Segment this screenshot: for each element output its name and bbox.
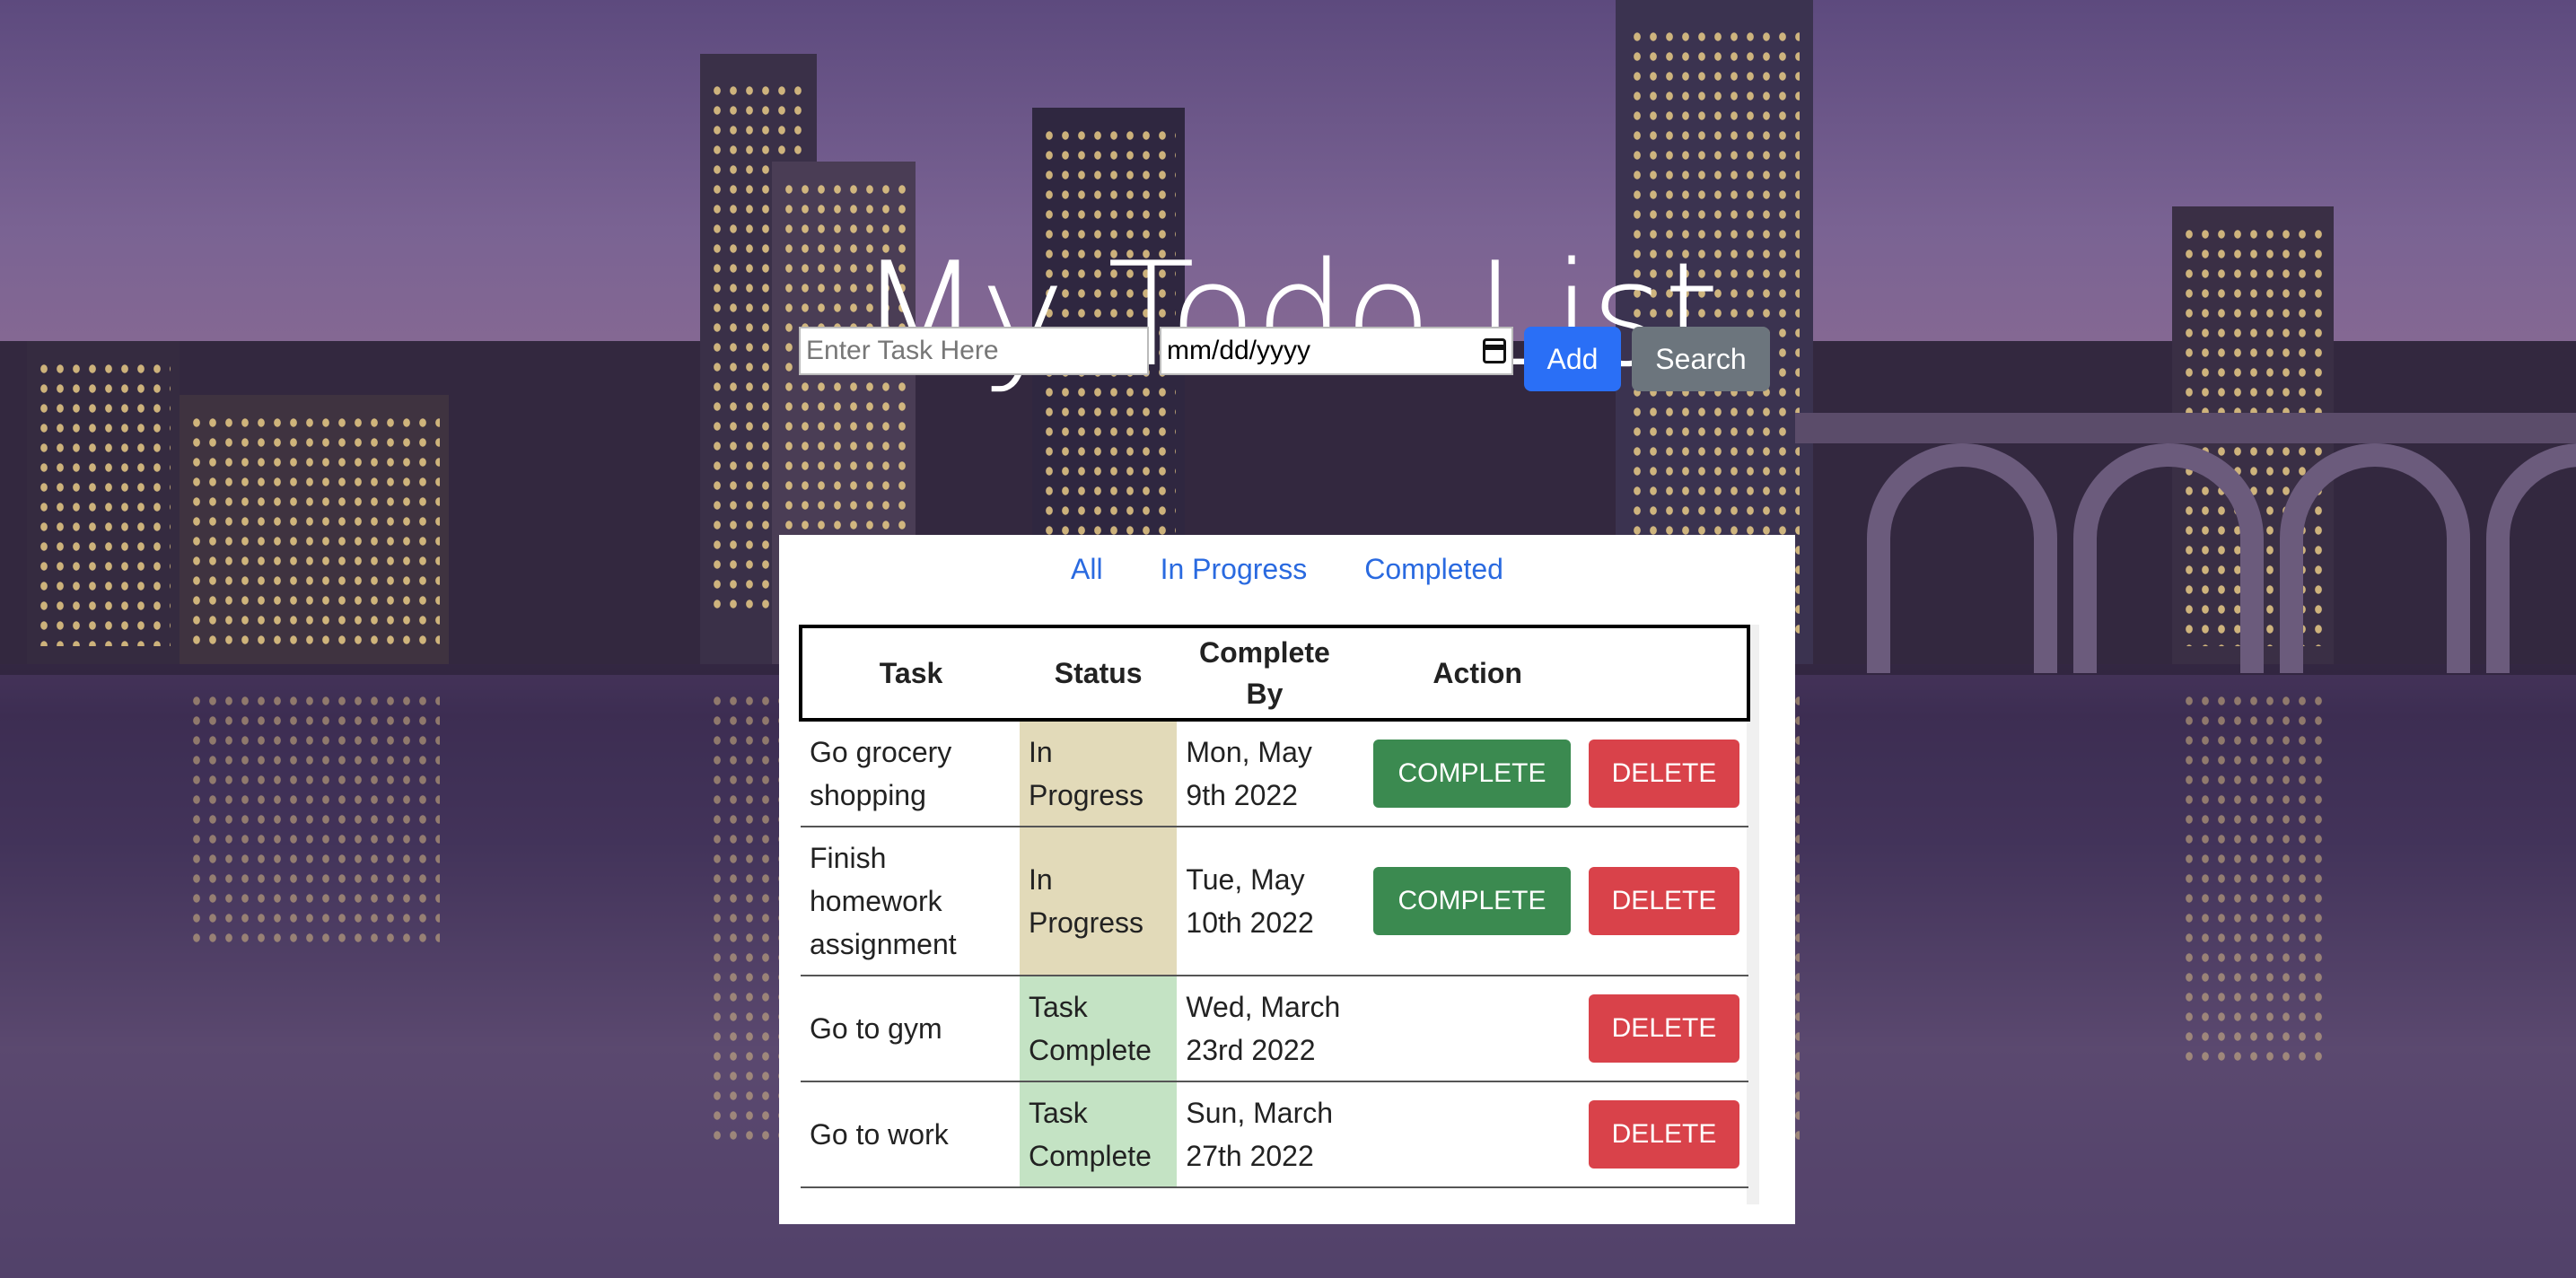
task-cell: Finish homework assignment bbox=[801, 827, 1020, 976]
status-cell: Task Complete bbox=[1020, 976, 1178, 1082]
header-task: Task bbox=[879, 657, 943, 689]
header-complete-by: Complete By bbox=[1199, 636, 1330, 710]
task-cell: Go to gym bbox=[801, 976, 1020, 1082]
date-input[interactable]: mm/dd/yyyy bbox=[1160, 327, 1513, 375]
complete-by-cell: Mon, May 9th 2022 bbox=[1177, 720, 1353, 827]
calendar-icon[interactable] bbox=[1483, 338, 1506, 363]
delete-button[interactable]: DELETE bbox=[1589, 1100, 1739, 1169]
filter-all[interactable]: All bbox=[1071, 553, 1103, 586]
task-input[interactable] bbox=[799, 327, 1149, 375]
todo-panel: All In Progress Completed Task Status Co… bbox=[779, 535, 1795, 1224]
action-cell: DELETE bbox=[1352, 1081, 1748, 1188]
date-placeholder: mm/dd/yyyy bbox=[1167, 336, 1311, 365]
filter-in-progress[interactable]: In Progress bbox=[1161, 553, 1308, 586]
table-row: Go grocery shopping In Progress Mon, May… bbox=[801, 720, 1748, 827]
status-cell: In Progress bbox=[1020, 827, 1178, 976]
table-row: Go to gym Task Complete Wed, March 23rd … bbox=[801, 976, 1748, 1082]
complete-button[interactable]: COMPLETE bbox=[1373, 740, 1571, 808]
filter-tabs: All In Progress Completed bbox=[779, 553, 1795, 586]
action-cell: COMPLETE DELETE bbox=[1352, 720, 1748, 827]
add-task-form: mm/dd/yyyy Add Search bbox=[799, 327, 1770, 391]
action-cell: DELETE bbox=[1352, 976, 1748, 1082]
delete-button[interactable]: DELETE bbox=[1589, 994, 1739, 1063]
delete-button[interactable]: DELETE bbox=[1589, 740, 1739, 808]
complete-button[interactable]: COMPLETE bbox=[1373, 867, 1571, 935]
todo-table: Task Status Complete By Action Go grocer… bbox=[799, 625, 1750, 1188]
filter-completed[interactable]: Completed bbox=[1364, 553, 1503, 586]
task-cell: Go grocery shopping bbox=[801, 720, 1020, 827]
complete-by-cell: Sun, March 27th 2022 bbox=[1177, 1081, 1353, 1188]
task-cell: Go to work bbox=[801, 1081, 1020, 1188]
table-header-row: Task Status Complete By Action bbox=[801, 626, 1748, 720]
delete-button[interactable]: DELETE bbox=[1589, 867, 1739, 935]
status-cell: Task Complete bbox=[1020, 1081, 1178, 1188]
complete-by-cell: Tue, May 10th 2022 bbox=[1177, 827, 1353, 976]
complete-by-cell: Wed, March 23rd 2022 bbox=[1177, 976, 1353, 1082]
search-button[interactable]: Search bbox=[1632, 327, 1770, 391]
header-status: Status bbox=[1054, 657, 1143, 689]
add-button[interactable]: Add bbox=[1524, 327, 1621, 391]
table-row: Finish homework assignment In Progress T… bbox=[801, 827, 1748, 976]
status-cell: In Progress bbox=[1020, 720, 1178, 827]
action-cell: COMPLETE DELETE bbox=[1352, 827, 1748, 976]
table-row: Go to work Task Complete Sun, March 27th… bbox=[801, 1081, 1748, 1188]
header-action: Action bbox=[1433, 657, 1522, 689]
